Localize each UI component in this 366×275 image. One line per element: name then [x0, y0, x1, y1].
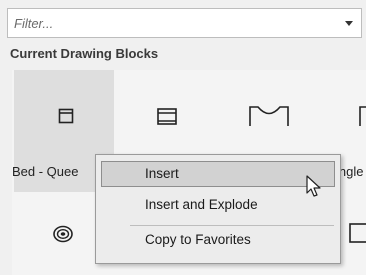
menu-item-insert[interactable]: Insert: [101, 161, 335, 187]
sofa-block-icon: [157, 108, 177, 125]
arch-block-icon: [249, 106, 289, 126]
menu-item-insert-and-explode[interactable]: Insert and Explode: [101, 192, 335, 218]
menu-item-copy-to-favorites[interactable]: Copy to Favorites: [101, 227, 335, 253]
menu-separator: [130, 225, 334, 226]
bed-block-icon: [58, 108, 74, 124]
section-title: Current Drawing Blocks: [10, 46, 159, 61]
chevron-down-icon[interactable]: [345, 21, 353, 26]
context-menu: Insert Insert and Explode Copy to Favori…: [95, 154, 341, 264]
mouse-cursor-icon: [306, 175, 321, 197]
filter-combobox[interactable]: [7, 8, 362, 38]
partial-block-icon: [359, 106, 366, 126]
block-label: Bed - Quee: [12, 164, 79, 179]
ring-block-icon: [53, 225, 73, 243]
filter-input[interactable]: [14, 13, 334, 33]
block-palette: Current Drawing Blocks Bed - Quee: [0, 0, 366, 275]
rectangle-block-icon: [349, 223, 366, 243]
